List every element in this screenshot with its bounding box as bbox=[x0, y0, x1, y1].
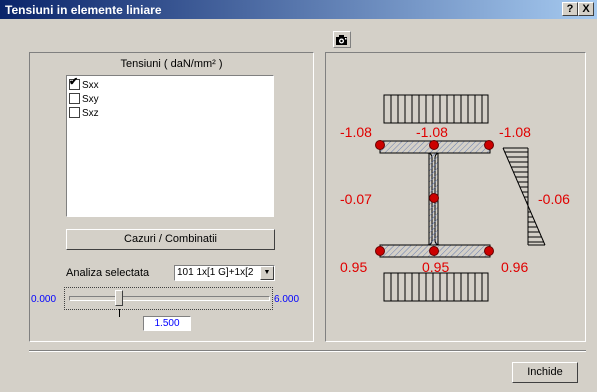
stress-label-bot-left: 0.95 bbox=[340, 259, 368, 275]
slider-tick bbox=[119, 309, 120, 317]
stress-component-list[interactable]: ✔ Sxx Sxy Sxz bbox=[66, 75, 274, 217]
slider-min-label: 0.000 bbox=[31, 294, 57, 305]
stress-group-label: Tensiuni ( daN/mm² ) bbox=[120, 58, 223, 70]
close-dialog-button[interactable]: Inchide bbox=[512, 362, 578, 383]
slider-thumb[interactable] bbox=[114, 290, 123, 306]
chevron-down-icon[interactable]: ▼ bbox=[260, 266, 274, 280]
analysis-select-value: 101 1x[1 G]+1x[2 bbox=[177, 267, 254, 278]
sxz-checkbox[interactable] bbox=[69, 107, 80, 118]
stress-label-bot-right: 0.96 bbox=[501, 259, 529, 275]
footer-separator bbox=[29, 350, 586, 352]
sxx-checkbox[interactable]: ✔ bbox=[69, 76, 80, 90]
position-slider[interactable] bbox=[64, 287, 273, 310]
analysis-select[interactable]: 101 1x[1 G]+1x[2 ▼ bbox=[174, 265, 275, 281]
camera-button[interactable] bbox=[333, 31, 351, 48]
title-bar: Tensiuni in elemente liniare ? X bbox=[0, 0, 597, 19]
cases-combinations-button[interactable]: Cazuri / Combinatii bbox=[66, 229, 275, 250]
close-button[interactable]: X bbox=[578, 2, 594, 16]
slider-value-field[interactable]: 1.500 bbox=[143, 316, 191, 331]
stress-label-top-left: -1.08 bbox=[340, 124, 372, 140]
check-mark-icon: ✔ bbox=[69, 76, 79, 88]
camera-icon bbox=[336, 35, 347, 45]
sxy-checkbox[interactable] bbox=[69, 93, 80, 104]
list-item-label: Sxz bbox=[82, 108, 99, 119]
stress-label-mid-left: -0.07 bbox=[340, 191, 372, 207]
stress-label-mid-right: -0.06 bbox=[538, 191, 570, 207]
analysis-label: Analiza selectata bbox=[66, 267, 150, 279]
stress-label-top-right: -1.08 bbox=[499, 124, 531, 140]
list-item-label: Sxx bbox=[82, 80, 99, 91]
list-item-sxx[interactable]: ✔ Sxx bbox=[69, 76, 99, 92]
list-item-label: Sxy bbox=[82, 94, 99, 105]
slider-max-label: 6.000 bbox=[274, 294, 300, 305]
window-title: Tensiuni in elemente liniare bbox=[5, 3, 162, 17]
stress-label-bot-mid: 0.95 bbox=[422, 259, 450, 275]
stress-label-top-mid: -1.08 bbox=[416, 124, 448, 140]
list-item-sxz[interactable]: Sxz bbox=[69, 107, 99, 120]
list-item-sxy[interactable]: Sxy bbox=[69, 93, 99, 106]
help-button[interactable]: ? bbox=[562, 2, 578, 16]
slider-track[interactable] bbox=[69, 296, 270, 301]
